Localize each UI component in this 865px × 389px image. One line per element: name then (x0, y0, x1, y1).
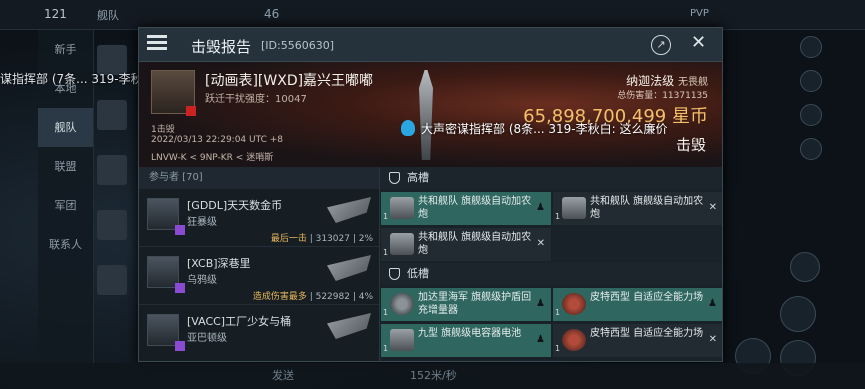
pvp-filter[interactable]: PVP (690, 8, 709, 19)
module-item[interactable]: 1 加达里海军 旗舰级护盾回充增量器 ♟ (381, 288, 551, 321)
autocannon-icon (390, 233, 414, 255)
nav-fleet[interactable]: 舰队 (38, 108, 93, 147)
close-icon[interactable]: ✕ (691, 32, 706, 53)
fitting-panel: 高槽 1 共和舰队 旗舰级自动加农炮 ♟ 1 共和舰队 旗舰级自动加农炮 ✕ 1 共… (381, 167, 722, 361)
report-id[interactable]: [ID:5560630] (261, 39, 334, 52)
shield-icon (389, 268, 400, 280)
ship-icon (327, 313, 371, 339)
avatar[interactable] (97, 265, 127, 295)
nav-contacts[interactable]: 联系人 (38, 225, 93, 264)
nav-icon[interactable] (800, 104, 822, 126)
kill-report-dialog: 击毁报告 [ID:5560630] ↗ ✕ [动画表][WXD]嘉兴王嘟嘟 跃迁… (138, 27, 723, 362)
autocannon-icon (562, 197, 586, 219)
overlay-chat: 大声密谋指挥部 (8条... 319-李秋白: 这么廉价 (401, 120, 667, 137)
attacker-row[interactable]: [VACC]工厂少女与桶 亚巴顿级 (139, 305, 379, 361)
avatar[interactable] (97, 210, 127, 240)
secondary-count: 46 (264, 7, 280, 21)
nav-alliance[interactable]: 联盟 (38, 147, 93, 186)
attacker-ship: 狂暴级 (187, 217, 217, 228)
attacker-corp: [XCB]深巷里 (187, 257, 251, 270)
attacker-meta: 造成伤害最多 | 522982 | 4% (252, 292, 373, 302)
attacker-row[interactable]: [XCB]深巷里 乌鸦级 造成伤害最多 | 522982 | 4% (139, 247, 379, 305)
nav-icon[interactable] (800, 70, 822, 92)
capacitor-icon (390, 329, 414, 351)
shield-module-icon (390, 293, 414, 315)
kill-count: 1击毁 (151, 125, 175, 135)
attacker-meta: 最后一击 | 313027 | 2% (270, 234, 373, 244)
dialog-header: 击毁报告 [ID:5560630] ↗ ✕ (139, 28, 722, 62)
victim-stat: 跃迁干扰强度：10047 (205, 94, 307, 105)
send-button[interactable]: 发送 (272, 367, 294, 383)
share-icon[interactable]: ↗ (651, 35, 671, 55)
ship-name: 纳迦法级 无畏舰 (626, 74, 708, 88)
high-slot-header: 高槽 (381, 167, 722, 189)
module-item[interactable]: 1 共和舰队 旗舰级自动加农炮 ♟ (381, 192, 551, 225)
speed-readout: 152米/秒 (410, 369, 457, 382)
avatar[interactable] (97, 100, 127, 130)
high-slot-modules: 1 共和舰队 旗舰级自动加农炮 ♟ 1 共和舰队 旗舰级自动加农炮 ✕ 1 共和舰队… (381, 189, 722, 263)
swap-icon[interactable] (790, 252, 820, 282)
victim-banner: [动画表][WXD]嘉兴王嘟嘟 跃迁干扰强度：10047 1击毁 2022/03… (139, 62, 722, 167)
attackers-panel: 参与者 [70] [GDDL]天天数金币 狂暴级 最后一击 | 313027 |… (139, 167, 380, 361)
autocannon-icon (390, 197, 414, 219)
bottom-bar: 发送 152米/秒 (0, 363, 865, 389)
participants-header: 参与者 [70] (139, 167, 379, 189)
ship-render (419, 70, 433, 160)
attacker-ship: 亚巴顿级 (187, 333, 227, 344)
low-slot-header: 低槽 (381, 263, 722, 285)
total-damage: 总伤害量：11371135 (617, 91, 708, 101)
nav-newbie[interactable]: 新手 (38, 30, 93, 69)
shield-icon (389, 172, 400, 184)
attacker-corp: [GDDL]天天数金币 (187, 199, 283, 212)
dialog-title: 击毁报告 (191, 38, 252, 56)
kill-location[interactable]: LNVW-K < 9NP-KR < 迷哨斯 (151, 150, 273, 163)
fleet-tab[interactable]: 舰队 (97, 7, 119, 23)
module-item[interactable]: 1 共和舰队 旗舰级自动加农炮 ✕ (553, 192, 722, 225)
attacker-corp: [VACC]工厂少女与桶 (187, 315, 292, 328)
nav-corp[interactable]: 军团 (38, 186, 93, 225)
attacker-row[interactable]: [GDDL]天天数金币 狂暴级 最后一击 | 313027 | 2% (139, 189, 379, 247)
ship-icon (327, 197, 371, 223)
victim-name[interactable]: [动画表][WXD]嘉兴王嘟嘟 (205, 70, 373, 90)
corp-badge (175, 341, 185, 351)
corp-badge (175, 225, 185, 235)
kill-time: 2022/03/13 22:29:04 UTC +8 (151, 135, 283, 145)
avatar[interactable] (97, 155, 127, 185)
ship-icon (327, 255, 371, 281)
hardener-icon (562, 293, 586, 315)
ship-class: 无畏舰 (678, 77, 708, 88)
verdict-label: 击毁 (675, 136, 706, 154)
low-slot-modules: 1 加达里海军 旗舰级护盾回充增量器 ♟ 1 皮特西型 自适应全能力场 ♟ 1 九型… (381, 285, 722, 361)
attacker-ship: 乌鸦级 (187, 275, 217, 286)
hardener-icon (562, 329, 586, 351)
nav-icon[interactable] (800, 36, 822, 58)
corp-badge (175, 283, 185, 293)
chat-bubble-icon (401, 120, 415, 136)
module-icon[interactable] (780, 296, 816, 332)
module-item[interactable]: 1 皮特西型 自适应全能力场 ✕ (553, 324, 722, 357)
module-item[interactable]: 1 九型 旗舰级电容器电池 ♟ (381, 324, 551, 357)
top-bar: 121 舰队 46 PVP (0, 0, 865, 30)
menu-icon[interactable] (147, 35, 167, 53)
nav-icon[interactable] (800, 138, 822, 160)
member-count: 121 (44, 7, 67, 21)
corp-badge (186, 106, 196, 116)
module-item[interactable]: 1 皮特西型 自适应全能力场 ♟ (553, 288, 722, 321)
module-item[interactable]: 1 共和舰队 旗舰级自动加农炮 ✕ (381, 228, 551, 261)
